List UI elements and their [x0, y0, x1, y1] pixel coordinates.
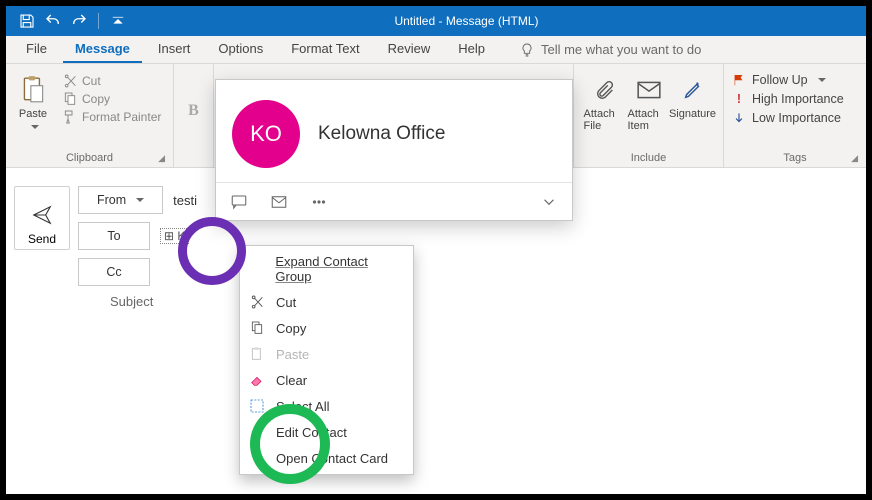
bold-button[interactable]: B: [188, 102, 199, 120]
attach-item-button[interactable]: Attach Item: [628, 68, 670, 132]
select-all-icon: [249, 398, 265, 414]
low-importance-button[interactable]: Low Importance: [730, 110, 843, 126]
paperclip-icon: [594, 77, 616, 103]
ctx-paste: Paste: [240, 341, 413, 367]
dialog-launcher-icon[interactable]: ◢: [158, 153, 165, 164]
tab-review[interactable]: Review: [376, 36, 443, 63]
exclamation-icon: !: [732, 92, 746, 106]
chevron-down-icon[interactable]: [540, 193, 558, 211]
to-button[interactable]: To: [78, 222, 150, 250]
mail-icon[interactable]: [270, 193, 288, 211]
qat-customize-icon[interactable]: [109, 12, 127, 30]
paste-icon: [249, 346, 265, 362]
send-icon: [31, 204, 53, 226]
group-label-clipboard: Clipboard: [66, 152, 113, 164]
eraser-icon: [249, 372, 265, 388]
copy-icon: [62, 91, 78, 107]
attach-file-button[interactable]: Attach File: [584, 68, 626, 132]
ribbon-tabs: File Message Insert Options Format Text …: [6, 36, 866, 64]
scissors-icon: [62, 73, 78, 89]
from-button[interactable]: From: [78, 186, 163, 214]
high-importance-button[interactable]: ! High Importance: [730, 91, 846, 107]
paintbrush-icon: [62, 109, 78, 125]
from-value: testi: [173, 193, 197, 208]
ctx-edit-contact[interactable]: Edit Contact: [240, 419, 413, 445]
cut-button[interactable]: Cut: [60, 72, 163, 90]
tab-message[interactable]: Message: [63, 36, 142, 63]
signature-button[interactable]: Signature: [672, 68, 714, 120]
save-icon[interactable]: [18, 12, 36, 30]
context-menu: Expand Contact Group Cut Copy Paste Clea…: [239, 245, 414, 475]
ctx-expand-contact-group[interactable]: Expand Contact Group: [240, 249, 413, 289]
chevron-down-icon: [132, 193, 144, 207]
tell-me-search[interactable]: Tell me what you want to do: [501, 36, 701, 63]
to-recipient-chip[interactable]: ⊞ K: [160, 228, 189, 244]
ctx-clear[interactable]: Clear: [240, 367, 413, 393]
copy-icon: [249, 320, 265, 336]
tab-help[interactable]: Help: [446, 36, 497, 63]
tab-insert[interactable]: Insert: [146, 36, 203, 63]
redo-icon[interactable]: [70, 12, 88, 30]
contact-name: Kelowna Office: [318, 123, 445, 145]
ctx-copy[interactable]: Copy: [240, 315, 413, 341]
chevron-down-icon: [814, 73, 826, 87]
chat-icon[interactable]: [230, 193, 248, 211]
tab-file[interactable]: File: [14, 36, 59, 63]
copy-button[interactable]: Copy: [60, 90, 163, 108]
chevron-down-icon: [27, 122, 39, 134]
lightbulb-icon: [519, 42, 535, 58]
ctx-select-all[interactable]: Select All: [240, 393, 413, 419]
dialog-launcher-icon[interactable]: ◢: [851, 153, 858, 164]
ctx-open-contact-card[interactable]: Open Contact Card: [240, 445, 413, 471]
avatar: KO: [232, 100, 300, 168]
tab-format-text[interactable]: Format Text: [279, 36, 371, 63]
paste-button[interactable]: Paste: [12, 68, 54, 134]
pen-icon: [682, 78, 704, 102]
flag-icon: [732, 73, 746, 87]
follow-up-button[interactable]: Follow Up: [730, 72, 828, 88]
undo-icon[interactable]: [44, 12, 62, 30]
ctx-cut[interactable]: Cut: [240, 289, 413, 315]
subject-label: Subject: [110, 294, 153, 309]
arrow-down-icon: [732, 111, 746, 125]
group-label-tags: Tags: [783, 152, 806, 164]
format-painter-button[interactable]: Format Painter: [60, 108, 163, 126]
window-title: Untitled - Message (HTML): [127, 14, 866, 28]
envelope-icon: [636, 79, 662, 101]
title-bar: Untitled - Message (HTML): [6, 6, 866, 36]
group-label-include: Include: [580, 152, 717, 167]
send-button[interactable]: Send: [14, 186, 70, 250]
contact-card-popover: KO Kelowna Office: [215, 79, 573, 221]
cc-button[interactable]: Cc: [78, 258, 150, 286]
more-icon[interactable]: [310, 193, 328, 211]
tab-options[interactable]: Options: [206, 36, 275, 63]
scissors-icon: [249, 294, 265, 310]
